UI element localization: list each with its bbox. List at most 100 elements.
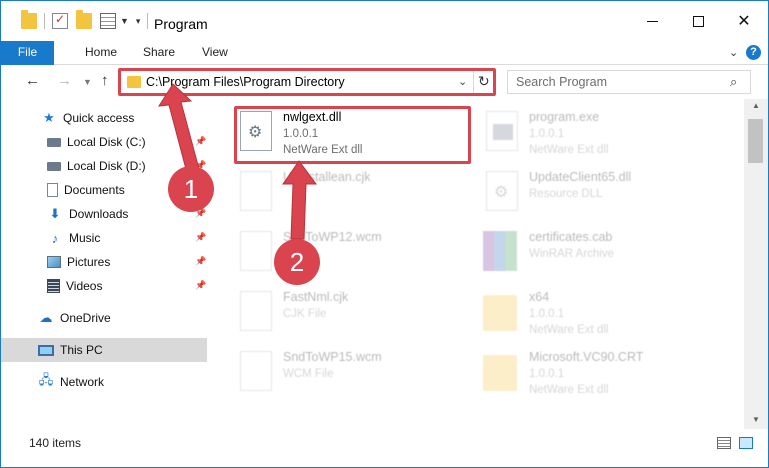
- search-icon[interactable]: ⌕: [730, 74, 737, 90]
- file-description: NetWare Ext dll: [529, 324, 609, 336]
- file-name: FastNml.cjk: [283, 290, 349, 304]
- sidebar-item-label: Network: [60, 375, 105, 389]
- file-version: 1.0.0.1: [529, 308, 565, 320]
- new-folder-icon[interactable]: [76, 10, 92, 29]
- customize-toolbar-icon[interactable]: ▾: [136, 16, 141, 27]
- sidebar-item-label: Music: [69, 231, 101, 245]
- step-2-badge: 2: [274, 239, 320, 285]
- recent-locations-chevron-icon[interactable]: ▼: [83, 77, 92, 87]
- file-item-uninstallean-cjk[interactable]: Uninstallean.cjk: [237, 167, 477, 223]
- toolbar-divider: [147, 13, 149, 29]
- sidebar-item-pictures[interactable]: Pictures 📌: [1, 250, 207, 274]
- sidebar-item-label: This PC: [60, 343, 103, 357]
- music-icon: ♪: [51, 230, 59, 246]
- dll-file-icon: [486, 171, 518, 211]
- search-input[interactable]: Search Program ⌕: [507, 70, 751, 94]
- sidebar-item-this-pc[interactable]: This PC: [1, 338, 207, 362]
- sidebar-item-local-disk-c[interactable]: Local Disk (C:) 📌: [1, 130, 207, 154]
- file-type: WCM File: [283, 368, 334, 380]
- file-name: x64: [529, 290, 550, 304]
- close-button[interactable]: ✕: [721, 1, 767, 41]
- file-type: Resource DLL: [529, 188, 603, 200]
- pictures-icon: [47, 256, 61, 268]
- folder-icon: [483, 355, 517, 391]
- folder-item-x64[interactable]: x64 1.0.0.1 NetWare Ext dll: [483, 287, 723, 343]
- file-item-program-exe[interactable]: program.exe 1.0.0.1 NetWare Ext dll: [483, 107, 723, 163]
- file-description: NetWare Ext dll: [529, 144, 609, 156]
- blank-file-icon: [240, 171, 272, 211]
- sidebar-item-label: OneDrive: [60, 311, 111, 325]
- explorer-window: ▼ ▾ Program ✕ File Home Share View ⌄ ? ←…: [0, 0, 769, 468]
- back-arrow-icon[interactable]: ←: [25, 72, 40, 89]
- expand-ribbon-icon[interactable]: ⌄: [729, 46, 738, 59]
- title-bar: ▼ ▾ Program ✕: [1, 1, 768, 41]
- sidebar-item-label: Documents: [64, 183, 125, 197]
- file-version: 1.0.0.1: [529, 128, 565, 140]
- sidebar-item-onedrive[interactable]: ☁ OneDrive: [1, 306, 207, 330]
- sidebar-item-quick-access[interactable]: ★ Quick access: [1, 106, 207, 130]
- step-1-badge: 1: [168, 166, 214, 212]
- file-name: UpdateClient65.dll: [529, 170, 632, 184]
- drive-icon: [47, 137, 61, 147]
- pin-icon[interactable]: 📌: [195, 256, 206, 267]
- ribbon-tabs: File Home Share View ⌄ ?: [1, 41, 768, 65]
- blank-file-icon: [240, 231, 272, 271]
- file-type: CJK File: [283, 308, 327, 320]
- sidebar-item-videos[interactable]: Videos 📌: [1, 274, 207, 298]
- folder-icon: [483, 295, 517, 331]
- pin-icon[interactable]: 📌: [195, 232, 206, 243]
- sidebar-item-label: Local Disk (C:): [67, 135, 146, 149]
- up-arrow-icon[interactable]: ↑: [101, 72, 109, 89]
- file-item-sndtowp15-wcm[interactable]: SndToWP15.wcm WCM File: [237, 347, 477, 403]
- chevron-down-icon[interactable]: ▼: [120, 16, 129, 26]
- videos-icon: [47, 279, 60, 293]
- details-view-icon[interactable]: [717, 437, 731, 449]
- blank-file-icon: [240, 351, 272, 391]
- documents-icon: [47, 183, 58, 197]
- file-item-sndtowp12-wcm[interactable]: SndToWP12.wcm: [237, 227, 477, 283]
- computer-icon: [38, 344, 54, 356]
- maximize-icon: [692, 15, 704, 27]
- highlight-box: [234, 106, 471, 164]
- file-name: SndToWP15.wcm: [283, 350, 382, 364]
- maximize-button[interactable]: [675, 1, 721, 41]
- help-icon[interactable]: ?: [746, 45, 761, 60]
- file-description: NetWare Ext dll: [529, 384, 609, 396]
- sidebar-item-label: Videos: [66, 279, 103, 293]
- file-name: Uninstallean.cjk: [283, 170, 371, 184]
- folder-item-microsoft-vc90-crt[interactable]: Microsoft.VC90.CRT 1.0.0.1 NetWare Ext d…: [483, 347, 723, 403]
- scroll-thumb[interactable]: [748, 119, 763, 163]
- tab-home[interactable]: Home: [75, 41, 127, 65]
- view-options-icon[interactable]: [100, 13, 116, 29]
- search-placeholder: Search Program: [516, 75, 608, 89]
- sidebar-item-label: Quick access: [63, 111, 135, 125]
- scroll-up-icon[interactable]: ▲: [752, 101, 760, 110]
- forward-arrow-icon[interactable]: →: [57, 72, 72, 89]
- sidebar-item-music[interactable]: ♪ Music 📌: [1, 226, 207, 250]
- file-item-certificates-cab[interactable]: certificates.cab WinRAR Archive: [483, 227, 723, 283]
- star-icon: ★: [43, 110, 55, 125]
- minimize-button[interactable]: [629, 1, 675, 41]
- properties-icon[interactable]: [52, 12, 68, 29]
- tab-view[interactable]: View: [192, 41, 238, 65]
- minimize-icon: [646, 20, 658, 22]
- scroll-down-icon[interactable]: ▼: [752, 415, 760, 424]
- pin-icon[interactable]: 📌: [195, 280, 206, 291]
- toolbar-divider: [44, 13, 45, 29]
- item-count: 140 items: [29, 436, 82, 450]
- file-item-fastnml-cjk[interactable]: FastNml.cjk CJK File: [237, 287, 477, 343]
- cloud-icon: ☁: [39, 310, 53, 325]
- tab-file[interactable]: File: [1, 41, 54, 65]
- large-icons-view-icon[interactable]: [739, 437, 753, 449]
- close-icon: ✕: [737, 13, 751, 30]
- file-item-updateclient65-dll[interactable]: UpdateClient65.dll Resource DLL: [483, 167, 723, 223]
- vertical-scrollbar[interactable]: ▲ ▼: [744, 99, 768, 429]
- tab-share[interactable]: Share: [133, 41, 185, 65]
- pin-icon[interactable]: 📌: [195, 136, 206, 147]
- sidebar-item-label: Local Disk (D:): [67, 159, 146, 173]
- folder-icon[interactable]: [21, 10, 37, 29]
- file-type: WinRAR Archive: [529, 248, 614, 260]
- sidebar-item-network[interactable]: 🖧 Network: [1, 370, 207, 394]
- file-name: certificates.cab: [529, 230, 613, 244]
- download-icon: ⬇: [49, 206, 61, 221]
